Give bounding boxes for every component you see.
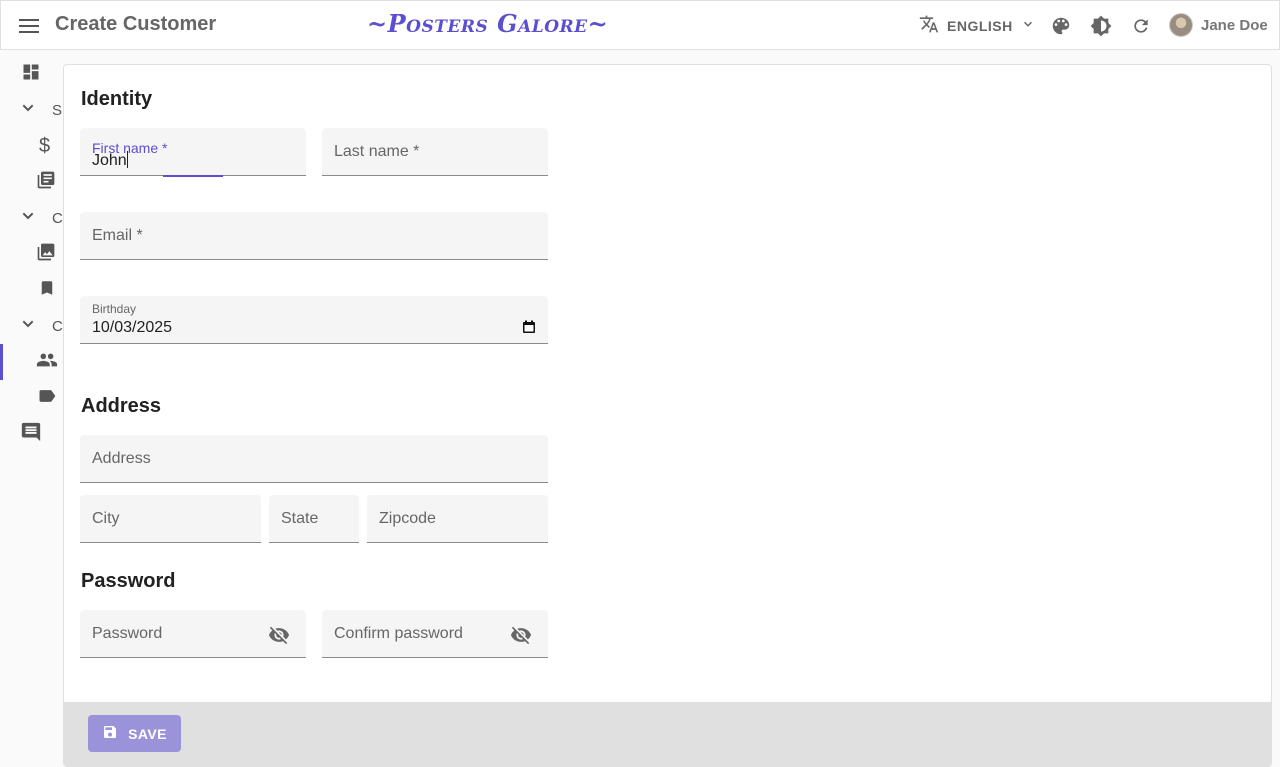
sidebar-group-label: C bbox=[52, 317, 63, 335]
chevron-down-icon bbox=[20, 100, 36, 121]
sidebar-item-reviews[interactable] bbox=[0, 416, 63, 452]
birthday-field[interactable]: Birthday 10/03/2025 bbox=[80, 296, 548, 344]
sidebar: S $ C C bbox=[0, 50, 63, 767]
sidebar-group-sales[interactable]: S bbox=[0, 92, 63, 128]
chevron-down-icon bbox=[20, 316, 36, 337]
visibility-off-icon[interactable] bbox=[510, 624, 532, 646]
photo-library-icon bbox=[36, 242, 56, 267]
zipcode-field[interactable]: Zipcode bbox=[367, 495, 548, 543]
birthday-label: Birthday bbox=[92, 302, 137, 316]
dollar-icon: $ bbox=[39, 134, 51, 157]
state-label: State bbox=[281, 510, 319, 527]
confirm-password-label: Confirm password bbox=[334, 625, 463, 642]
address-field[interactable]: Address bbox=[80, 435, 548, 483]
sidebar-item-posters[interactable] bbox=[0, 236, 63, 272]
last-name-label: Last name * bbox=[334, 143, 420, 160]
dashboard-icon bbox=[21, 62, 41, 87]
email-label: Email * bbox=[92, 227, 143, 244]
people-icon bbox=[36, 349, 58, 376]
email-field[interactable]: Email * bbox=[80, 212, 548, 260]
chevron-down-icon bbox=[20, 208, 36, 229]
library-books-icon bbox=[36, 170, 56, 195]
confirm-password-field[interactable]: Confirm password bbox=[322, 610, 548, 658]
sidebar-item-customers[interactable] bbox=[0, 344, 63, 380]
save-icon bbox=[102, 724, 118, 743]
page-title: Create Customer bbox=[55, 13, 217, 35]
sidebar-item-commands[interactable]: $ bbox=[0, 128, 63, 164]
city-field[interactable]: City bbox=[80, 495, 261, 543]
palette-icon[interactable] bbox=[1050, 15, 1072, 37]
user-name: Jane Doe bbox=[1201, 16, 1268, 34]
language-label: ENGLISH bbox=[947, 17, 1013, 34]
birthday-value: 10/03/2025 bbox=[92, 319, 173, 336]
sidebar-group-catalog[interactable]: C bbox=[0, 200, 63, 236]
visibility-off-icon[interactable] bbox=[268, 624, 290, 646]
city-label: City bbox=[92, 510, 120, 527]
state-field[interactable]: State bbox=[269, 495, 359, 543]
label-icon bbox=[37, 386, 57, 411]
calendar-icon[interactable] bbox=[522, 320, 536, 334]
brightness-icon[interactable] bbox=[1090, 15, 1112, 37]
sidebar-group-label: S bbox=[52, 101, 63, 119]
user-menu[interactable]: Jane Doe bbox=[1169, 13, 1268, 37]
sidebar-item-invoices[interactable] bbox=[0, 164, 63, 200]
app-bar: Create Customer ~Posters Galore~ ENGLISH… bbox=[0, 0, 1280, 50]
sidebar-item-segments[interactable] bbox=[0, 380, 63, 416]
section-title-identity: Identity bbox=[81, 88, 153, 110]
menu-icon[interactable] bbox=[15, 12, 43, 40]
section-title-address: Address bbox=[81, 395, 162, 417]
comment-icon bbox=[20, 421, 42, 448]
first-name-field[interactable]: First name * John bbox=[80, 128, 306, 177]
save-button[interactable]: SAVE bbox=[88, 715, 181, 752]
sidebar-group-label: C bbox=[52, 209, 63, 227]
refresh-icon[interactable] bbox=[1130, 15, 1152, 37]
translate-icon bbox=[919, 14, 939, 37]
sidebar-item-dashboard[interactable] bbox=[0, 56, 63, 92]
sidebar-item-categories[interactable] bbox=[0, 272, 63, 308]
sidebar-group-customers[interactable]: C bbox=[0, 308, 63, 344]
chevron-down-icon bbox=[1021, 17, 1035, 34]
brand-logo: ~Posters Galore~ bbox=[367, 9, 609, 38]
create-customer-form: Identity First name * John Last name * E… bbox=[63, 64, 1272, 767]
address-label: Address bbox=[92, 450, 151, 467]
language-selector[interactable]: ENGLISH bbox=[919, 14, 1035, 37]
last-name-field[interactable]: Last name * bbox=[322, 128, 548, 176]
zipcode-label: Zipcode bbox=[379, 510, 436, 527]
password-label: Password bbox=[92, 625, 163, 642]
bookmark-icon bbox=[38, 278, 56, 303]
first-name-value: John bbox=[92, 151, 128, 169]
save-label: SAVE bbox=[128, 725, 167, 742]
avatar bbox=[1169, 13, 1193, 37]
section-title-password: Password bbox=[81, 570, 176, 592]
password-field[interactable]: Password bbox=[80, 610, 306, 658]
focus-underline bbox=[163, 175, 223, 177]
form-toolbar: SAVE bbox=[64, 702, 1271, 767]
